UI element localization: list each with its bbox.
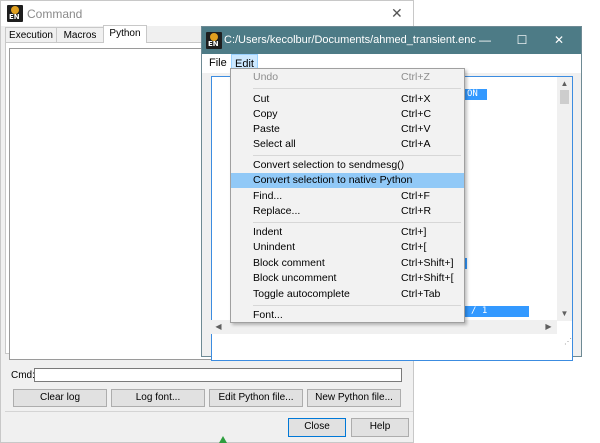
- log-font-button[interactable]: Log font...: [111, 389, 205, 407]
- menu-item-block-uncomment[interactable]: Block uncomment Ctrl+Shift+[: [231, 271, 464, 286]
- minimize-icon[interactable]: —: [475, 31, 495, 49]
- app-logo-icon: EN: [7, 5, 23, 22]
- cmd-label: Cmd:: [11, 370, 35, 381]
- close-icon[interactable]: ✕: [391, 5, 403, 22]
- close-button[interactable]: Close: [288, 418, 346, 437]
- menu-item-indent[interactable]: Indent Ctrl+]: [231, 225, 464, 240]
- help-button[interactable]: Help: [351, 418, 409, 437]
- command-window-title: Command: [27, 7, 83, 21]
- menu-item-find[interactable]: Find... Ctrl+F: [231, 189, 464, 204]
- close-icon[interactable]: ✕: [549, 31, 569, 49]
- menu-item-copy[interactable]: Copy Ctrl+C: [231, 107, 464, 122]
- scroll-up-icon[interactable]: ▲: [557, 77, 572, 91]
- menu-separator: [253, 305, 461, 306]
- menu-separator: [253, 155, 461, 156]
- menu-item-unindent[interactable]: Unindent Ctrl+[: [231, 240, 464, 255]
- editor-titlebar[interactable]: EN C:/Users/kecolbur/Documents/ahmed_tra…: [202, 27, 581, 54]
- menu-separator: [253, 88, 461, 89]
- menu-item-replace[interactable]: Replace... Ctrl+R: [231, 204, 464, 219]
- menu-item-toggle-autocomplete[interactable]: Toggle autocomplete Ctrl+Tab: [231, 287, 464, 302]
- arrow-up-icon: [219, 436, 227, 443]
- selected-text-fragment: / 1: [465, 306, 529, 317]
- tab-execution[interactable]: Execution: [5, 27, 57, 43]
- editor-window-title: C:/Users/kecolbur/Documents/ahmed_transi…: [224, 34, 476, 46]
- app-logo-icon: EN: [206, 32, 222, 49]
- vertical-scrollbar[interactable]: [557, 77, 572, 321]
- menu-item-convert-to-sendmesg[interactable]: Convert selection to sendmesg(): [231, 158, 464, 173]
- scroll-down-icon[interactable]: ▼: [557, 307, 572, 321]
- menu-item-paste[interactable]: Paste Ctrl+V: [231, 122, 464, 137]
- tab-macros[interactable]: Macros: [56, 27, 104, 43]
- menu-item-block-comment[interactable]: Block comment Ctrl+Shift+]: [231, 256, 464, 271]
- divider: [5, 411, 413, 412]
- menu-item-font[interactable]: Font...: [231, 308, 464, 323]
- menu-separator: [253, 222, 461, 223]
- tab-python[interactable]: Python: [103, 25, 147, 43]
- menu-item-cut[interactable]: Cut Ctrl+X: [231, 92, 464, 107]
- scrollbar-thumb[interactable]: [560, 90, 569, 104]
- scroll-left-icon[interactable]: ◀: [211, 320, 226, 334]
- new-python-file-button[interactable]: New Python file...: [307, 389, 401, 407]
- selected-text-fragment: ON: [465, 89, 487, 100]
- resize-grip-icon[interactable]: ⋰: [564, 337, 574, 347]
- menu-item-convert-to-native-python[interactable]: Convert selection to native Python: [231, 173, 464, 188]
- menu-item-select-all[interactable]: Select all Ctrl+A: [231, 137, 464, 152]
- command-titlebar[interactable]: EN Command ✕: [1, 1, 413, 26]
- menu-item-undo[interactable]: Undo Ctrl+Z: [231, 70, 464, 85]
- selected-text-fragment: [465, 258, 467, 269]
- clear-log-button[interactable]: Clear log: [13, 389, 107, 407]
- cmd-input[interactable]: [34, 368, 402, 382]
- scroll-right-icon[interactable]: ▶: [541, 320, 556, 334]
- edit-menu-dropdown: Undo Ctrl+Z Cut Ctrl+X Copy Ctrl+C Paste Ctr…: [230, 68, 465, 323]
- menu-file[interactable]: File: [206, 54, 230, 72]
- maximize-icon[interactable]: ☐: [512, 31, 532, 49]
- edit-python-file-button[interactable]: Edit Python file...: [209, 389, 303, 407]
